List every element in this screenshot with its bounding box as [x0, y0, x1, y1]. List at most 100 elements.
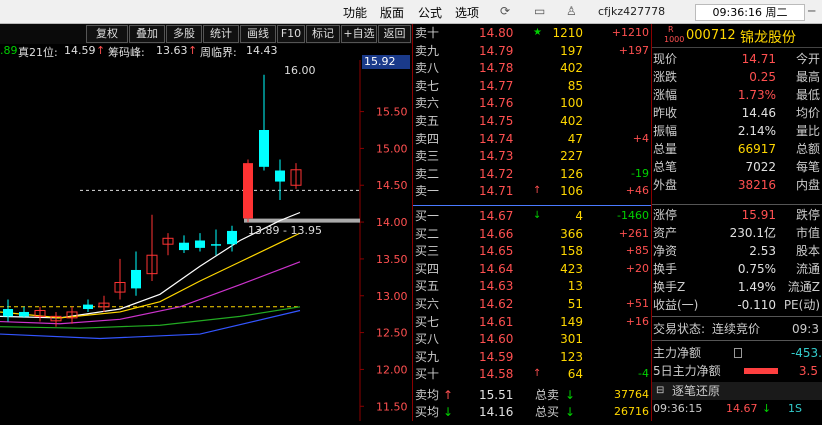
overlay-button[interactable]: 叠加	[129, 25, 165, 43]
bid-row[interactable]: 买六 14.62 51 +51	[413, 295, 651, 313]
trade-state-row: 交易状态: 连续竞价 09:3	[652, 320, 822, 338]
axis-tick-label: 15.50	[376, 106, 408, 119]
bid-price: 14.67	[479, 209, 514, 223]
bid-row[interactable]: 买七 14.61 149 +16	[413, 313, 651, 331]
restore-rights-button[interactable]: 复权	[86, 25, 128, 43]
main5-row[interactable]: 5日主力净额 3.5	[652, 362, 822, 380]
bid-row[interactable]: 买十 14.58 ↑ 64 -4	[413, 365, 651, 383]
candle-body	[83, 304, 93, 310]
ask-price: 14.75	[479, 114, 514, 128]
quote-row: 换手 0.75% 流通	[652, 260, 822, 278]
quote-label: 涨停	[653, 208, 678, 222]
ask-row[interactable]: 卖五 14.75 402	[413, 112, 651, 130]
mark-button[interactable]: 标记	[306, 25, 340, 43]
range-price-label: 13.89 - 13.95	[248, 224, 322, 237]
ask-row[interactable]: 卖六 14.76 100	[413, 94, 651, 112]
bid-price: 14.58	[479, 367, 514, 382]
chart-toggle-icon[interactable]	[734, 348, 742, 358]
kline-chart[interactable]: 15.50 15.00 14.50 14.00 13.50 13.00 12.50 12.00…	[0, 55, 412, 421]
quote-label-right: 内盘	[795, 178, 820, 192]
main-net-value: -453.	[790, 346, 822, 360]
bid-price: 14.61	[479, 314, 514, 329]
bid-row[interactable]: 买三 14.65 158 +85	[413, 242, 651, 260]
quote-label-right: 均价	[795, 106, 820, 120]
orderbook-summary-row: 卖均 ↑ 15.51 总卖 ↓ 37764	[413, 386, 651, 404]
menu-layout[interactable]: 版面	[380, 4, 404, 21]
back-button[interactable]: 返回	[378, 25, 411, 43]
ask-row[interactable]: 卖八 14.78 402	[413, 59, 651, 77]
candle-body	[211, 244, 221, 246]
menu-formula[interactable]: 公式	[418, 4, 442, 21]
clock-display: 09:36:16 周二	[695, 4, 805, 21]
refresh-icon[interactable]: ⟳	[500, 4, 510, 18]
summary-arrow-icon: ↑	[443, 388, 454, 402]
f10-button[interactable]: F10	[277, 25, 305, 43]
chart-toolbar: 复权 叠加 多股 统计 画线 F10 标记 +自选 返回	[0, 24, 412, 44]
indicator-line: .89 真21位: 14.59 ↑ 筹码峰: 13.63 ↑ 周临界: 14.4…	[0, 44, 412, 60]
axis-tick-label: 14.50	[376, 179, 408, 192]
ask-row[interactable]: 卖十 14.80 ★ 1210 +1210	[413, 24, 651, 42]
candle-body	[131, 269, 141, 289]
bid-volume: 123	[560, 349, 583, 364]
quote-row: 振幅 2.14% 量比	[652, 122, 822, 140]
bid-price: 14.59	[479, 349, 514, 364]
ask-row[interactable]: 卖三 14.73 227	[413, 147, 651, 165]
ask-label: 卖五	[415, 114, 440, 128]
bid-row[interactable]: 买五 14.63 13	[413, 277, 651, 295]
quote-label: 昨收	[653, 106, 678, 120]
restore-icon[interactable]: ⊟	[656, 382, 664, 400]
bid-volume: 4	[575, 209, 583, 223]
ask-volume: 85	[567, 78, 583, 93]
truth21-arrow-icon: ↑	[96, 44, 106, 57]
statistics-button[interactable]: 统计	[203, 25, 239, 43]
bid-row[interactable]: 买二 14.66 366 +261	[413, 225, 651, 243]
shirt-icon[interactable]: ♙	[566, 4, 577, 18]
menu-options[interactable]: 选项	[455, 4, 479, 21]
quote-label: 换手	[653, 262, 678, 276]
candle-body	[179, 242, 189, 251]
menu-function[interactable]: 功能	[343, 4, 367, 21]
bid-arrow-icon: ↑	[533, 368, 542, 380]
quote-label: 涨幅	[653, 88, 678, 102]
bid-row[interactable]: 买九 14.59 123	[413, 348, 651, 366]
main-net-row[interactable]: 主力净额 -453.	[652, 344, 822, 362]
ask-bid-divider	[413, 205, 651, 206]
ask-row[interactable]: 卖九 14.79 197 +197	[413, 42, 651, 60]
quote-value: 2.14%	[737, 124, 776, 138]
bid-volume: 64	[567, 367, 583, 382]
trade-state-value: 连续竞价	[712, 322, 761, 336]
bid-label: 买十	[415, 367, 440, 382]
bid-volume: 51	[567, 297, 583, 311]
ask-row[interactable]: 卖四 14.74 47 +4	[413, 130, 651, 148]
draw-line-button[interactable]: 画线	[240, 25, 276, 43]
quote-label-right: 最高	[795, 70, 820, 84]
truth21-label: 真21位:	[18, 46, 58, 59]
bid-label: 买五	[415, 279, 440, 294]
ask-row[interactable]: 卖二 14.72 126 -19	[413, 165, 651, 183]
bid-row[interactable]: 买四 14.64 423 +20	[413, 260, 651, 278]
multi-stock-button[interactable]: 多股	[166, 25, 202, 43]
candle-body	[259, 129, 269, 167]
message-icon[interactable]: ▭	[534, 4, 545, 18]
ask-price: 14.74	[479, 131, 514, 146]
quote-label: 振幅	[653, 124, 678, 138]
bid-row[interactable]: 买一 14.67 ↓ 4 -1460	[413, 207, 651, 225]
tick-arrow-icon: ↓	[762, 402, 772, 415]
bid-label: 买六	[415, 297, 440, 311]
stock-name: 锦龙股份	[740, 30, 796, 46]
ask-row[interactable]: 卖一 14.71 ↑ 106 +46	[413, 182, 651, 200]
bid-label: 买一	[415, 209, 440, 223]
current-price-tag: 15.92	[362, 55, 410, 69]
ask-row[interactable]: 卖七 14.77 85	[413, 77, 651, 95]
order-book: 卖十 14.80 ★ 1210 +1210 卖九 14.79 197 +197 卖八 14.78 40…	[413, 24, 651, 421]
ask-volume: 402	[560, 114, 583, 128]
bid-label: 买四	[415, 261, 440, 276]
restore-row[interactable]: ⊟ 逐笔还原	[652, 382, 822, 400]
bid-row[interactable]: 买八 14.60 301	[413, 330, 651, 348]
truth21-value: 14.59	[64, 44, 96, 57]
add-watchlist-button[interactable]: +自选	[341, 25, 377, 43]
high-price-label: 16.00	[284, 64, 316, 77]
quote-label: 涨跌	[653, 70, 678, 84]
minimize-icon[interactable]: ─	[808, 4, 815, 18]
quote-row: 涨幅 1.73% 最低	[652, 86, 822, 104]
